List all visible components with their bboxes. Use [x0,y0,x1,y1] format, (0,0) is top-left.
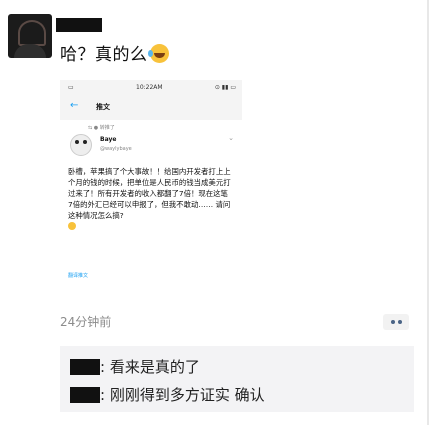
phone-status-bar: ▭ 10:22AM ⊙ ▮▮ ▭ [60,80,242,96]
redacted-commenter[interactable] [70,387,100,403]
tweet-laughing-emoji-icon [68,222,76,230]
moments-post: 哈？真的么 ▭ 10:22AM ⊙ ▮▮ ▭ ← 推文 ⇆ ● 转推了 Baye… [0,0,429,425]
nav-title: 推文 [96,103,110,111]
status-left-icon: ▭ [68,84,74,91]
avatar[interactable] [8,14,52,58]
status-signal-battery-icon: ⊙ ▮▮ ▭ [214,84,236,91]
comment-text: 看来是真的了 [109,358,200,376]
tweet-text: 卧槽，苹果搞了个大事故！！给国内开发者打上上个月的钱的时候，把单位是人民币的钱当… [68,167,231,220]
comment-text: 刚刚得到多方证实 确认 [109,386,265,404]
laughing-tears-emoji-icon [147,44,169,63]
tweet-card: ⇆ ● 转推了 Baye @waylybaye ⌄ 卧槽，苹果搞了个大事故！！给… [60,120,242,294]
status-time: 10:22AM [136,84,163,91]
chevron-down-icon: ⌄ [228,134,234,142]
post-text: 哈？真的么 [60,40,169,65]
translate-tweet-link: 翻译推文 [68,273,89,279]
tweet-navbar: ← 推文 [60,96,242,118]
post-text-content: 哈？真的么 [60,45,148,65]
retweet-label: ⇆ ● 转推了 [88,125,115,131]
comments-area: : 看来是真的了 : 刚刚得到多方证实 确认 [60,346,414,412]
avatar-body-shape [14,44,46,58]
tweet-author-handle: @waylybaye [100,146,132,152]
more-dot-icon [398,320,402,324]
post-timestamp: 24分钟前 [60,315,112,329]
comment-item[interactable]: : 刚刚得到多方证实 确认 [70,384,265,405]
attached-screenshot[interactable]: ▭ 10:22AM ⊙ ▮▮ ▭ ← 推文 ⇆ ● 转推了 Baye @wayl… [60,80,242,294]
avatar-hat-shape [18,20,46,46]
back-arrow-icon: ← [70,100,79,111]
tweet-author-avatar [70,134,92,156]
comment-item[interactable]: : 看来是真的了 [70,356,200,377]
tweet-body: 卧槽，苹果搞了个大事故！！给国内开发者打上上个月的钱的时候，把单位是人民币的钱当… [68,166,232,232]
more-actions-button[interactable] [383,314,409,330]
tweet-author-name: Baye [100,136,117,143]
more-dot-icon [391,320,395,324]
redacted-username[interactable] [56,18,102,32]
redacted-commenter[interactable] [70,359,100,375]
